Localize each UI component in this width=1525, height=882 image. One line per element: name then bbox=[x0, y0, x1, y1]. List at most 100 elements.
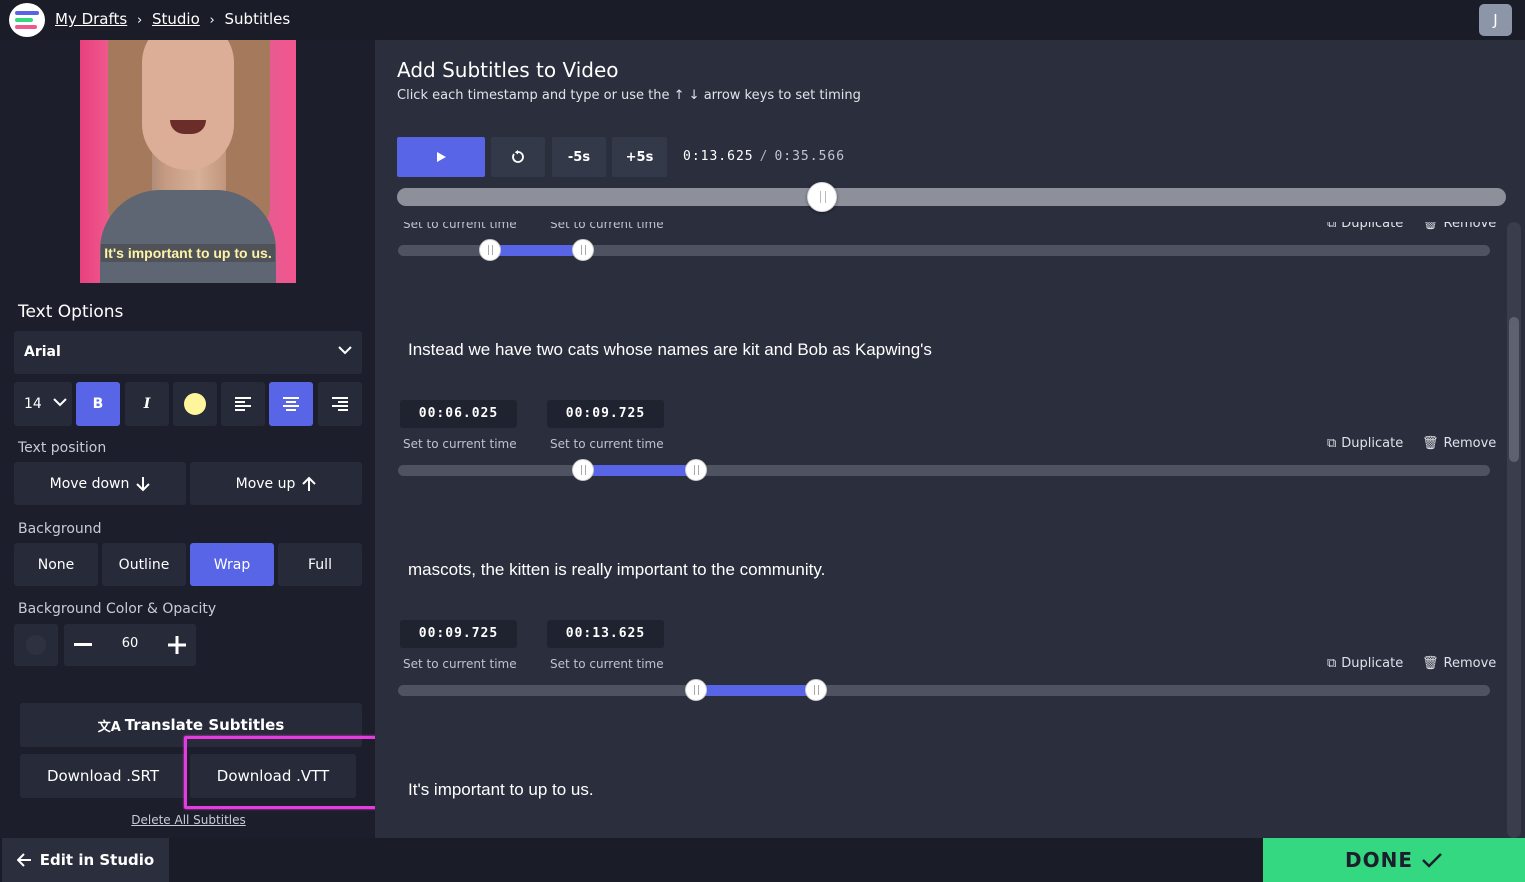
duplicate-button[interactable]: ⧉ Duplicate bbox=[1327, 656, 1403, 671]
download-srt-button[interactable]: Download .SRT bbox=[20, 754, 186, 798]
background-outline-button[interactable]: Outline bbox=[102, 543, 186, 586]
start-timestamp-input[interactable]: 00:06.025 bbox=[400, 400, 517, 428]
playhead-handle[interactable] bbox=[806, 182, 837, 212]
align-left-button[interactable] bbox=[221, 382, 265, 426]
play-icon bbox=[436, 152, 446, 162]
remove-button[interactable]: 🗑 Remove bbox=[1422, 656, 1496, 671]
breadcrumb: My Drafts › Studio › Subtitles bbox=[55, 10, 290, 28]
download-vtt-highlight bbox=[184, 736, 383, 809]
subtitle-list: Set to current time Set to current time … bbox=[375, 222, 1505, 838]
background-none-button[interactable]: None bbox=[14, 543, 98, 586]
set-end-current-link[interactable]: Set to current time bbox=[550, 657, 664, 671]
bottom-bar: Edit in Studio DONE bbox=[0, 838, 1525, 882]
breadcrumb-studio[interactable]: Studio bbox=[152, 10, 200, 28]
italic-button[interactable]: I bbox=[125, 382, 169, 426]
background-color-swatch-icon bbox=[26, 635, 46, 655]
duplicate-icon: ⧉ bbox=[1327, 656, 1337, 671]
forward-5s-button[interactable]: +5s bbox=[612, 137, 667, 177]
background-color-button[interactable] bbox=[14, 624, 58, 666]
range-start-handle[interactable] bbox=[571, 459, 594, 481]
remove-button[interactable]: 🗑 Remove bbox=[1422, 436, 1496, 451]
text-color-swatch-icon bbox=[184, 393, 206, 415]
done-button[interactable]: DONE bbox=[1263, 838, 1525, 882]
video-caption: It's important to up to us. bbox=[80, 244, 296, 262]
chevron-down-icon bbox=[338, 345, 352, 355]
opacity-value[interactable]: 60 bbox=[104, 636, 156, 651]
range-start-handle[interactable] bbox=[478, 239, 501, 261]
background-full-button[interactable]: Full bbox=[278, 543, 362, 586]
bold-button[interactable]: B bbox=[76, 382, 120, 426]
duplicate-button[interactable]: ⧉ Duplicate bbox=[1327, 222, 1403, 231]
opacity-increase-button[interactable] bbox=[158, 624, 196, 666]
set-end-current-link[interactable]: Set to current time bbox=[550, 437, 664, 451]
opacity-stepper: 60 bbox=[64, 624, 196, 666]
align-center-icon bbox=[283, 397, 299, 411]
move-up-button[interactable]: Move up bbox=[190, 462, 362, 505]
kapwing-logo-icon[interactable] bbox=[9, 3, 45, 37]
duplicate-icon: ⧉ bbox=[1327, 222, 1337, 231]
set-start-current-link[interactable]: Set to current time bbox=[403, 222, 517, 231]
arrow-up-icon bbox=[302, 476, 317, 491]
range-end-handle[interactable] bbox=[685, 459, 708, 481]
user-avatar[interactable]: J bbox=[1479, 4, 1512, 36]
subtitle-range-slider[interactable] bbox=[398, 679, 1490, 701]
minus-icon bbox=[74, 643, 92, 646]
end-timestamp-input[interactable]: 00:13.625 bbox=[547, 620, 664, 648]
duplicate-icon: ⧉ bbox=[1327, 436, 1337, 451]
end-timestamp-input[interactable]: 00:09.725 bbox=[547, 400, 664, 428]
left-panel: It's important to up to us. Text Options… bbox=[2, 40, 383, 838]
current-time: 0:13.625 bbox=[683, 149, 754, 164]
subtitle-list-scrollbar[interactable] bbox=[1507, 222, 1521, 838]
align-center-button[interactable] bbox=[269, 382, 313, 426]
delete-all-subtitles-link[interactable]: Delete All Subtitles bbox=[2, 813, 375, 827]
breadcrumb-my-drafts[interactable]: My Drafts bbox=[55, 10, 127, 28]
time-display: 0:13.625/0:35.566 bbox=[683, 149, 846, 164]
arrow-down-icon bbox=[136, 476, 151, 491]
remove-button[interactable]: 🗑 Remove bbox=[1422, 222, 1496, 231]
plus-icon bbox=[168, 636, 186, 654]
subtitle-text-input[interactable]: mascots, the kitten is really important … bbox=[408, 560, 825, 580]
duplicate-button[interactable]: ⧉ Duplicate bbox=[1327, 436, 1403, 451]
subtitle-range-slider[interactable] bbox=[398, 239, 1490, 261]
trash-icon: 🗑 bbox=[1422, 222, 1439, 231]
background-color-label: Background Color & Opacity bbox=[18, 601, 217, 617]
align-right-icon bbox=[332, 397, 348, 411]
set-end-current-link[interactable]: Set to current time bbox=[550, 222, 664, 231]
background-wrap-button[interactable]: Wrap bbox=[190, 543, 274, 586]
playback-scrubber[interactable] bbox=[397, 182, 1506, 212]
font-value: Arial bbox=[24, 344, 61, 360]
set-start-current-link[interactable]: Set to current time bbox=[403, 657, 517, 671]
opacity-decrease-button[interactable] bbox=[64, 624, 102, 666]
breadcrumb-separator: › bbox=[209, 13, 215, 28]
play-button[interactable] bbox=[397, 137, 485, 177]
trash-icon: 🗑 bbox=[1422, 656, 1439, 671]
move-down-button[interactable]: Move down bbox=[14, 462, 186, 505]
text-position-label: Text position bbox=[18, 440, 107, 456]
chevron-down-icon bbox=[53, 397, 67, 407]
back-5s-button[interactable]: -5s bbox=[552, 137, 606, 177]
range-end-handle[interactable] bbox=[805, 679, 828, 701]
subtitle-range-slider[interactable] bbox=[398, 459, 1490, 481]
total-time: 0:35.566 bbox=[774, 149, 846, 164]
subtitle-text-input[interactable]: Instead we have two cats whose names are… bbox=[408, 340, 932, 360]
background-label: Background bbox=[18, 521, 102, 537]
set-start-current-link[interactable]: Set to current time bbox=[403, 437, 517, 451]
restart-button[interactable] bbox=[491, 137, 545, 177]
align-right-button[interactable] bbox=[318, 382, 362, 426]
edit-in-studio-button[interactable]: Edit in Studio bbox=[2, 838, 169, 882]
font-size-select[interactable]: 14 bbox=[14, 382, 72, 426]
text-color-button[interactable] bbox=[173, 382, 217, 426]
scrollbar-thumb[interactable] bbox=[1509, 317, 1519, 462]
top-bar: My Drafts › Studio › Subtitles J bbox=[0, 0, 1525, 40]
range-end-handle[interactable] bbox=[571, 239, 594, 261]
editor-instructions: Click each timestamp and type or use the… bbox=[397, 88, 861, 103]
subtitle-text-input[interactable]: It's important to up to us. bbox=[408, 780, 594, 800]
text-options-title: Text Options bbox=[18, 302, 124, 322]
start-timestamp-input[interactable]: 00:09.725 bbox=[400, 620, 517, 648]
restart-icon bbox=[512, 150, 524, 163]
font-size-value: 14 bbox=[24, 396, 42, 412]
font-select[interactable]: Arial bbox=[14, 331, 362, 374]
trash-icon: 🗑 bbox=[1422, 436, 1439, 451]
range-start-handle[interactable] bbox=[685, 679, 708, 701]
video-preview[interactable]: It's important to up to us. bbox=[80, 40, 296, 283]
